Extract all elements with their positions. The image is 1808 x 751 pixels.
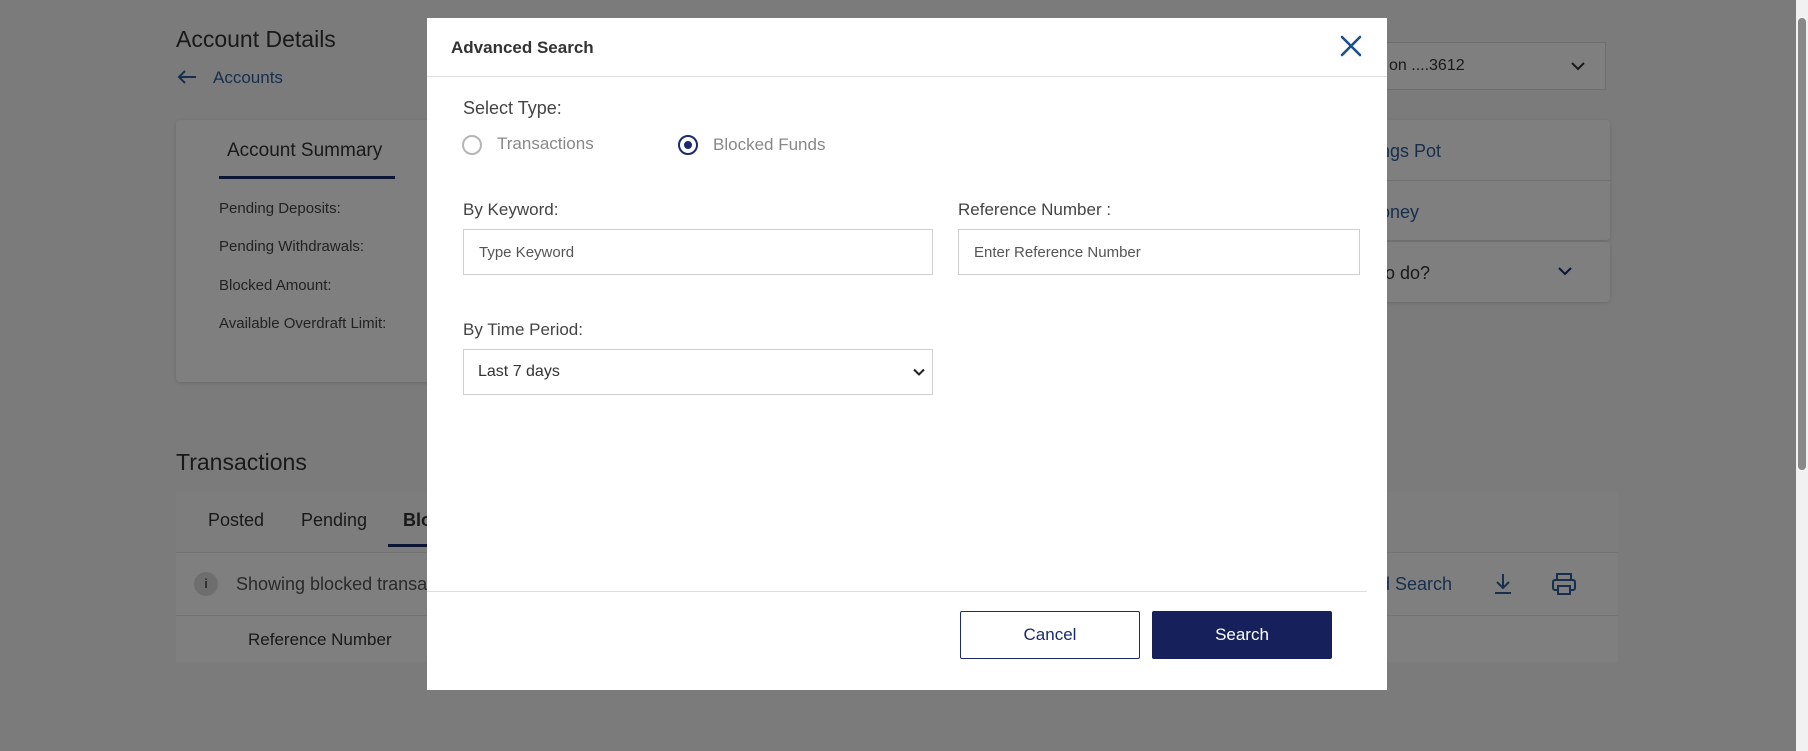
- reference-number-input[interactable]: [958, 229, 1360, 275]
- radio-blocked-funds-label[interactable]: Blocked Funds: [713, 135, 825, 155]
- cancel-button-label: Cancel: [1023, 625, 1077, 644]
- modal-title: Advanced Search: [451, 38, 594, 57]
- keyword-input[interactable]: [463, 229, 933, 275]
- time-period-value: Last 7 days: [478, 363, 560, 380]
- cancel-button[interactable]: Cancel: [960, 611, 1140, 659]
- keyword-label: By Keyword:: [463, 200, 559, 219]
- close-button[interactable]: [1337, 32, 1365, 60]
- select-type-label: Select Type:: [463, 98, 562, 118]
- close-icon: [1340, 35, 1362, 57]
- radio-transactions[interactable]: [462, 135, 482, 155]
- modal-header: Advanced Search: [427, 18, 1387, 77]
- footer-divider: [427, 591, 1367, 592]
- radio-blocked-funds[interactable]: [678, 135, 698, 155]
- scrollbar-thumb[interactable]: [1798, 18, 1806, 470]
- search-button-label: Search: [1215, 625, 1269, 644]
- advanced-search-modal: Advanced Search Select Type: Transaction…: [427, 18, 1387, 690]
- chevron-down-icon: [912, 365, 926, 379]
- radio-transactions-label[interactable]: Transactions: [497, 134, 594, 154]
- search-button[interactable]: Search: [1152, 611, 1332, 659]
- reference-number-label: Reference Number :: [958, 200, 1112, 219]
- time-period-label: By Time Period:: [463, 320, 583, 339]
- time-period-select[interactable]: Last 7 days: [463, 349, 933, 395]
